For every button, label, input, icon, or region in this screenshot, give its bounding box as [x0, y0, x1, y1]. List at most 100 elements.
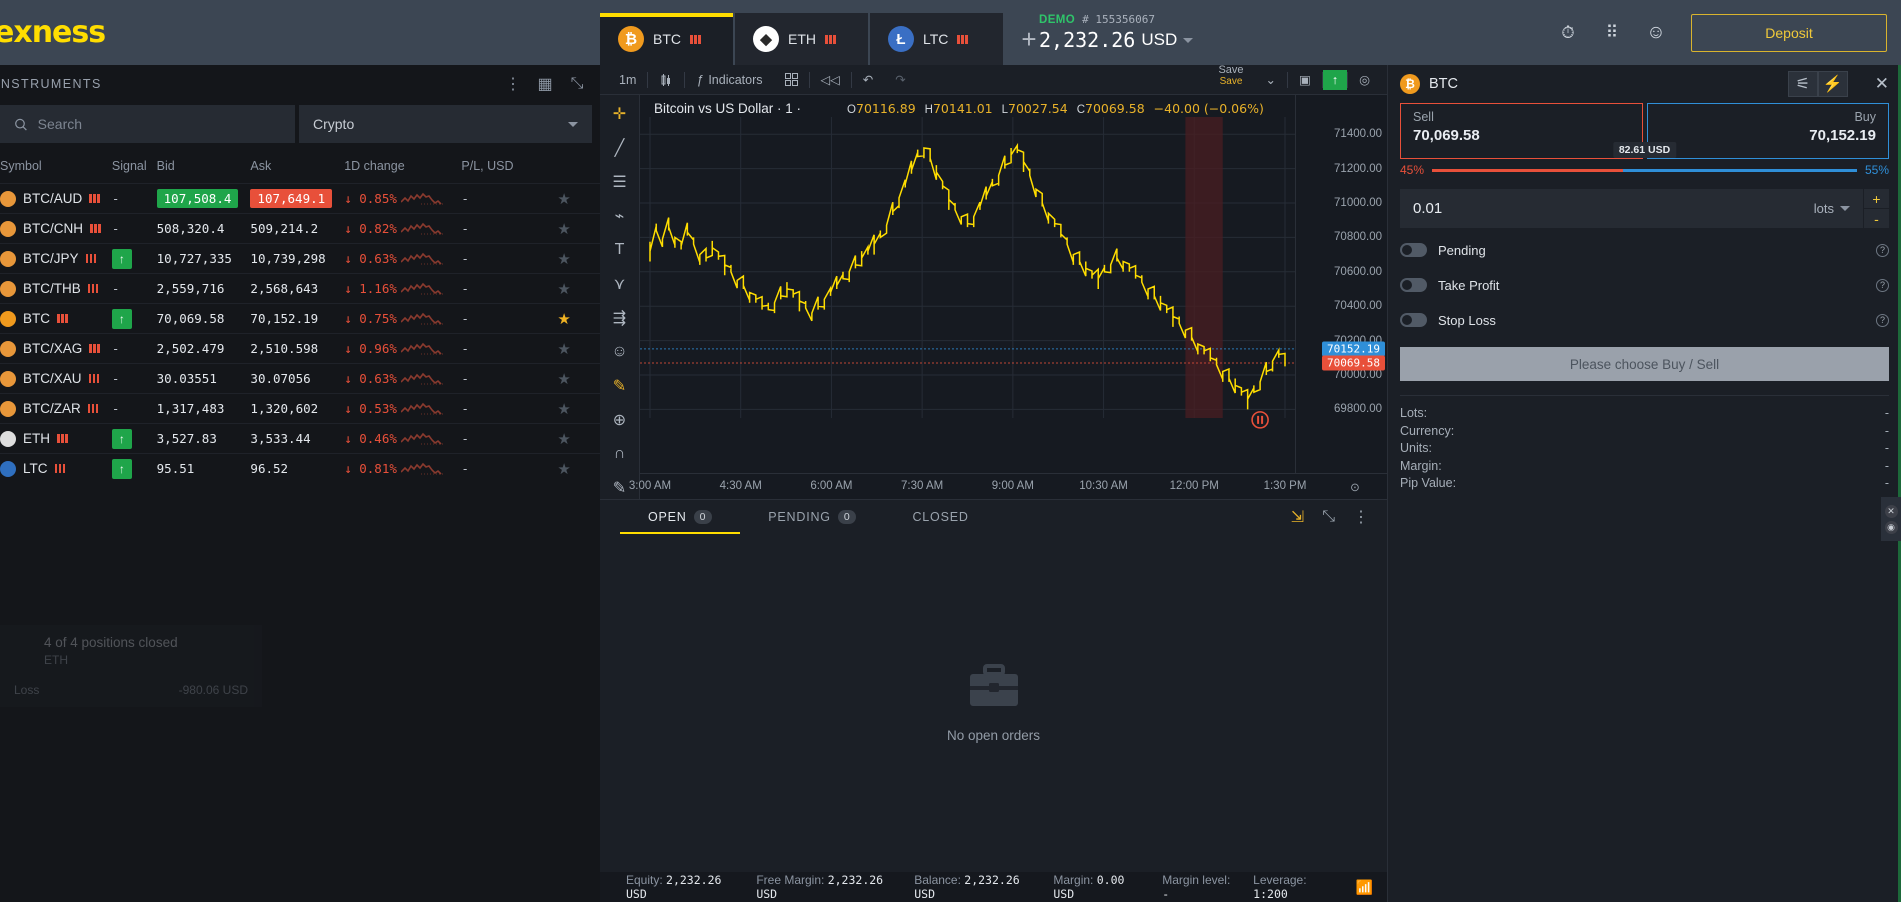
favorite-star-icon[interactable]: ★ [557, 431, 570, 448]
table-row[interactable]: BTC ↑ 70,069.58 70,152.19 ↓ 0.75% - ★ [0, 303, 600, 334]
ask-cell[interactable]: 1,320,602 [250, 393, 345, 424]
ask-cell[interactable]: 3,533.44 [250, 423, 345, 454]
user-account-icon[interactable]: ☺ [1646, 22, 1665, 43]
chevron-down-icon[interactable]: ⌄ [1255, 65, 1287, 95]
bid-cell[interactable]: 10,727,335 [156, 243, 251, 274]
account-summary[interactable]: DEMO # 155356067 2,232.26 USD [1039, 13, 1194, 52]
chat-dock-icon[interactable]: ◉ [1884, 520, 1898, 534]
table-row[interactable]: BTC/XAU -30.03551 30.07056 ↓ 0.63% - ★ [0, 363, 600, 394]
stop-loss-toggle[interactable] [1400, 313, 1427, 327]
bid-cell[interactable]: 2,502.479 [156, 333, 251, 364]
bid-cell[interactable]: 2,559,716 [156, 273, 251, 304]
submit-order-button[interactable]: Please choose Buy / Sell [1400, 347, 1889, 381]
favorite-star-icon[interactable]: ★ [557, 191, 570, 208]
volume-unit[interactable]: lots [1814, 201, 1850, 216]
measure-tool[interactable]: ⇶ [609, 307, 631, 329]
camera-icon[interactable]: ▣ [1288, 65, 1322, 95]
publish-arrow-icon[interactable]: ↑ [1322, 69, 1348, 90]
more-vertical-icon[interactable]: ⋮ [1353, 507, 1369, 527]
ask-cell[interactable]: 509,214.2 [250, 213, 345, 244]
favorite-star-icon[interactable]: ★ [557, 461, 570, 478]
save-button[interactable]: Save Save [1207, 64, 1254, 95]
favorite-star-icon[interactable]: ★ [557, 401, 570, 418]
indicators-button[interactable]: ƒ Indicators [685, 65, 773, 95]
pattern-tool[interactable]: ⋎ [609, 273, 631, 295]
table-row[interactable]: BTC/THB -2,559,716 2,568,643 ↓ 1.16% - ★ [0, 273, 600, 304]
favorite-star-icon[interactable]: ★ [557, 341, 570, 358]
bid-cell[interactable]: 95.51 [156, 453, 251, 484]
chevron-down-icon[interactable] [1183, 37, 1194, 43]
favorite-star-icon[interactable]: ★ [557, 311, 570, 328]
pending-toggle[interactable] [1400, 243, 1427, 257]
price-plot[interactable]: Bitcoin vs US Dollar · 1 · O70116.89 H70… [629, 95, 1387, 499]
table-row[interactable]: ETH ↑ 3,527.83 3,533.44 ↓ 0.46% - ★ [0, 423, 600, 454]
help-icon[interactable]: ? [1876, 278, 1889, 292]
table-row[interactable]: LTC ↑ 95.51 96.52 ↓ 0.81% - ★ [0, 453, 600, 484]
alarm-clock-icon[interactable]: ⏱ [1559, 23, 1577, 42]
close-icon[interactable]: ✕ [1875, 74, 1889, 94]
bid-cell[interactable]: 70,069.58 [156, 303, 251, 334]
sell-button[interactable]: Sell 70,069.58 [1400, 103, 1643, 159]
more-vertical-icon[interactable]: ⋮ [504, 75, 522, 93]
ask-cell[interactable]: 107,649.1 [250, 183, 345, 214]
tab-closed-orders[interactable]: CLOSED [884, 500, 996, 534]
notification-toast[interactable]: 4 of 4 positions closed ETH Loss -980.06… [0, 625, 262, 707]
bid-cell[interactable]: 3,527.83 [156, 423, 251, 454]
volume-input[interactable]: 0.01 lots [1400, 189, 1863, 228]
crosshair-tool[interactable]: ✛ [609, 103, 631, 125]
ask-cell[interactable]: 2,510.598 [250, 333, 345, 364]
take-profit-toggle[interactable] [1400, 278, 1427, 292]
pen-tool[interactable]: ✎ [609, 477, 631, 499]
tab-btc[interactable]: ₿ BTC [600, 13, 733, 65]
ask-cell[interactable]: 10,739,298 [250, 243, 345, 274]
export-icon[interactable]: ⇲ [1291, 507, 1304, 527]
ask-cell[interactable]: 70,152.19 [250, 303, 345, 334]
bid-cell[interactable]: 107,508.4 [156, 183, 251, 214]
apps-grid-icon[interactable]: ⠿ [1603, 23, 1621, 42]
replay-icon[interactable]: ◁◁ [810, 65, 851, 95]
bid-cell[interactable]: 30.03551 [156, 363, 251, 394]
volume-decrease-button[interactable]: - [1863, 208, 1889, 228]
horizontal-lines-tool[interactable]: ☰ [609, 171, 631, 193]
bid-cell[interactable]: 1,317,483 [156, 393, 251, 424]
help-icon[interactable]: ? [1876, 313, 1889, 327]
volume-increase-button[interactable]: + [1863, 189, 1889, 208]
timezone-clock-icon[interactable]: ⊙ [1350, 480, 1360, 494]
favorite-star-icon[interactable]: ★ [557, 281, 570, 298]
deposit-button[interactable]: Deposit [1691, 13, 1887, 52]
eye-icon[interactable]: ◎ [1348, 65, 1381, 95]
table-row[interactable]: BTC/AUD -107,508.4 107,649.1 ↓ 0.85% - ★ [0, 183, 600, 214]
table-row[interactable]: BTC/CNH -508,320.4 509,214.2 ↓ 0.82% - ★ [0, 213, 600, 244]
pitchfork-tool[interactable]: ⌁ [609, 205, 631, 227]
trend-line-tool[interactable]: ╱ [609, 137, 631, 159]
time-axis[interactable]: 3:00 AM 4:30 AM 6:00 AM 7:30 AM 9:00 AM 10:30… [629, 473, 1387, 499]
tab-ltc[interactable]: Ł LTC [870, 13, 1003, 65]
favorite-star-icon[interactable]: ★ [557, 251, 570, 268]
toggle-stop-loss[interactable]: Stop Loss ? [1388, 307, 1901, 333]
collapse-panel-icon[interactable]: ⤡ [1322, 508, 1335, 526]
timeframe-selector[interactable]: 1m [608, 65, 647, 95]
search-input[interactable] [37, 116, 281, 132]
ask-cell[interactable]: 2,568,643 [250, 273, 345, 304]
table-row[interactable]: BTC/XAG -2,502.479 2,510.598 ↓ 0.96% - ★ [0, 333, 600, 364]
close-dock-icon[interactable]: ✕ [1884, 504, 1898, 518]
magnet-tool[interactable]: ∩ [609, 443, 631, 465]
table-row[interactable]: BTC/ZAR -1,317,483 1,320,602 ↓ 0.53% - ★ [0, 393, 600, 424]
tab-pending-orders[interactable]: PENDING 0 [740, 500, 884, 534]
table-row[interactable]: BTC/JPY ↑ 10,727,335 10,739,298 ↓ 0.63% - ★ [0, 243, 600, 274]
grid-view-icon[interactable]: ▦ [536, 75, 554, 93]
price-axis[interactable]: 71400.00 71200.00 71000.00 70800.00 70600.00… [1295, 95, 1387, 473]
candlestick-icon[interactable] [648, 65, 684, 95]
emoji-tool[interactable]: ☺ [609, 341, 631, 363]
collapse-icon[interactable]: ⤡ [568, 75, 586, 93]
help-icon[interactable]: ? [1876, 243, 1889, 257]
ruler-tool[interactable]: ✎ [609, 375, 631, 397]
buy-button[interactable]: Buy 70,152.19 [1646, 103, 1889, 159]
ask-cell[interactable]: 30.07056 [250, 363, 345, 394]
tab-eth[interactable]: ◆ ETH [735, 13, 868, 65]
toggle-pending[interactable]: Pending ? [1388, 237, 1901, 263]
zoom-tool[interactable]: ⊕ [609, 409, 631, 431]
search-box[interactable] [0, 105, 295, 143]
one-click-trade-icon[interactable]: ⚡ [1817, 71, 1848, 97]
layout-grid-icon[interactable] [774, 65, 809, 95]
